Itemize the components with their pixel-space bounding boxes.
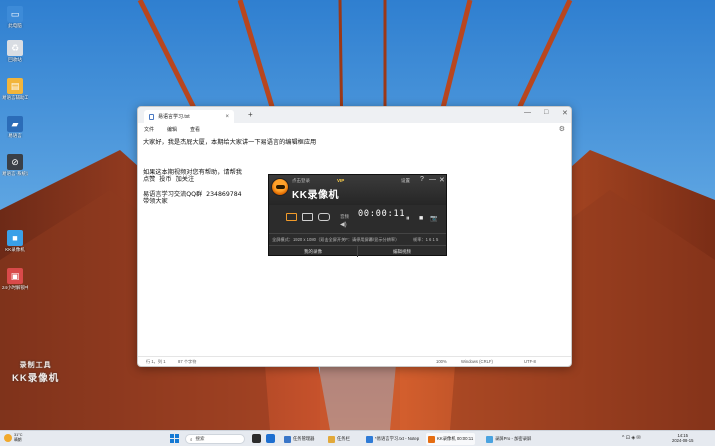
menu-file[interactable]: 文件 <box>144 126 154 133</box>
desktop-app-icon: ■ <box>7 230 23 246</box>
maximize-button[interactable]: □ <box>544 109 548 116</box>
taskbar-app[interactable]: *易语言学习.txt - Notep <box>364 433 421 445</box>
notepad-menubar: 文件 编辑 查看 ⚙ <box>138 123 571 135</box>
recorder-brand: KK录像机 <box>292 190 339 201</box>
fullscreen-mode-icon[interactable] <box>286 213 297 221</box>
desktop-icon[interactable]: ▭ 此电脑 <box>2 6 28 28</box>
task-view-icon[interactable] <box>252 434 261 443</box>
taskbar-clock[interactable]: 14:15 2024-08-15 <box>672 433 693 443</box>
vip-badge[interactable]: VIP <box>337 178 344 183</box>
taskbar-app[interactable]: 录屏Pro - 加密录屏 <box>484 433 533 445</box>
notepad-statusbar: 行 1，列 1 87 个字符 100% Windows (CRLF) UTF-8 <box>138 356 571 366</box>
app-icon <box>428 435 435 443</box>
desktop-app-icon: ▤ <box>7 78 23 94</box>
start-windows-icon[interactable] <box>170 434 179 443</box>
watermark-line1: 录制工具 <box>19 362 52 369</box>
minimize-button[interactable]: — <box>524 109 531 116</box>
taskbar-app[interactable]: KK录像机 00:00:11 <box>426 433 476 445</box>
camera-icon[interactable]: 📷 <box>430 215 437 222</box>
my-recordings-button[interactable]: 我的录像 <box>269 246 357 257</box>
taskbar-search-box[interactable]: ⌕ 搜索 <box>185 434 245 444</box>
document-icon <box>149 113 154 120</box>
taskbar-app-label: 任务栏 <box>337 436 350 441</box>
search-icon: ⌕ <box>190 436 193 442</box>
game-mode-icon[interactable] <box>318 213 330 221</box>
record-mode-info: 全屏模式：1920 x 1080（双击全屏开关F：请停用屏幕/显示分辨率） <box>272 237 400 242</box>
recorder-watermark: 录制工具 KK录像机 <box>12 360 59 384</box>
help-button[interactable]: ? <box>420 176 424 183</box>
desktop-app-icon: ▰ <box>7 116 23 132</box>
status-line-ending: Windows (CRLF) <box>461 359 493 364</box>
desktop-icon-label: 易语言·系统设置 <box>2 171 28 176</box>
desktop-icon-label: KK录像机 <box>5 247 25 252</box>
edit-video-button[interactable]: 编辑视频 <box>357 246 446 257</box>
clock-date: 2024-08-15 <box>672 438 694 443</box>
desktop-icon-label: 易语言 <box>8 133 22 138</box>
desktop-icon[interactable]: ▤易语言辅助工具 <box>2 78 28 100</box>
status-position: 行 1，列 1 <box>146 359 166 364</box>
fps-info: 帧率：1 6 1 5 <box>413 237 439 242</box>
system-tray[interactable]: ^ ⊡ ◈ ✉ <box>622 435 641 441</box>
menu-view[interactable]: 查看 <box>190 126 200 133</box>
desktop-icon[interactable]: ⊘易语言·系统设置 <box>2 154 28 176</box>
audio-label: 音频 <box>340 214 349 219</box>
recorder-settings-button[interactable]: 设置 <box>401 178 410 184</box>
taskbar-app-label: KK录像机 00:00:11 <box>437 436 474 441</box>
speaker-icon[interactable]: ◀) <box>340 221 347 228</box>
login-link[interactable]: 点击登录 <box>292 178 310 184</box>
kk-logo-icon <box>271 178 289 196</box>
app-icon <box>328 435 335 443</box>
menu-edit[interactable]: 编辑 <box>167 126 177 133</box>
desktop-icon[interactable]: ▰ 易语言 <box>2 116 28 138</box>
weather-temp: 31°C <box>14 433 23 437</box>
desktop-app-icon: ⊘ <box>7 154 23 170</box>
desktop-app-icon: ▣ <box>7 268 23 284</box>
taskbar-app-label: 录屏Pro - 加密录屏 <box>495 436 532 441</box>
new-tab-button[interactable]: + <box>248 110 253 119</box>
recorder-header: 点击登录 KK录像机 VIP 设置 ? — ✕ <box>269 175 446 205</box>
recorder-close-button[interactable]: ✕ <box>439 176 445 184</box>
recorder-bottom-bar: 我的录像 编辑视频 <box>269 245 446 257</box>
recorder-minimize-button[interactable]: — <box>429 176 436 183</box>
taskbar-app-label: *易语言学习.txt - Notep <box>375 436 420 441</box>
browser-icon[interactable] <box>266 434 275 443</box>
desktop-icon[interactable]: ■ KK录像机 <box>2 230 28 252</box>
app-icon <box>284 435 291 443</box>
desktop-icon[interactable]: ♻ 回收站 <box>2 40 28 62</box>
window-mode-icon[interactable] <box>302 213 313 221</box>
desktop-app-icon: ♻ <box>7 40 23 56</box>
app-icon <box>486 435 493 443</box>
recorder-info-bar: 全屏模式：1920 x 1080（双击全屏开关F：请停用屏幕/显示分辨率） 帧率… <box>269 233 446 245</box>
search-placeholder: 搜索 <box>195 436 205 441</box>
sun-icon <box>4 433 12 442</box>
recorder-controls: 音频 ◀) 00:00:11 ⏸ ■ 📷 <box>269 205 446 233</box>
desktop-icon-label: 此电脑 <box>8 23 22 28</box>
taskbar-app[interactable]: 任务管理器 <box>282 433 316 445</box>
status-char-count: 87 个字符 <box>178 359 197 364</box>
weather-widget[interactable]: 31°C 晴朗 <box>4 433 22 442</box>
kk-recorder-window[interactable]: 点击登录 KK录像机 VIP 设置 ? — ✕ 音频 ◀) 00:00:11 ⏸… <box>268 174 447 257</box>
notepad-titlebar[interactable]: 易语言学习.txt × + — □ ✕ <box>138 107 571 123</box>
taskbar-app[interactable]: 任务栏 <box>326 433 352 445</box>
taskbar: 31°C 晴朗 ⌕ 搜索 任务管理器 任务栏 *易语言学习.txt - Notep K… <box>0 430 715 446</box>
desktop-icon-label: 易语言辅助工具 <box>2 95 28 100</box>
desktop-icon-label: 回收站 <box>8 57 22 62</box>
status-encoding: UTF-8 <box>524 359 536 364</box>
notepad-tab-title: 易语言学习.txt <box>158 114 190 120</box>
status-zoom: 100% <box>436 359 447 364</box>
pause-button[interactable]: ⏸ <box>406 215 410 223</box>
desktop-icon[interactable]: ▣24小时解锁中心 <box>2 268 28 290</box>
watermark-line2: KK录像机 <box>12 373 60 384</box>
notepad-tab[interactable]: 易语言学习.txt × <box>144 110 234 123</box>
close-window-button[interactable]: ✕ <box>562 109 568 117</box>
taskbar-app-label: 任务管理器 <box>293 436 315 441</box>
desktop-icon-label: 24小时解锁中心 <box>2 285 28 290</box>
desktop-app-icon: ▭ <box>7 6 23 22</box>
recording-timer: 00:00:11 <box>358 209 406 219</box>
app-icon <box>366 435 373 443</box>
stop-button[interactable]: ■ <box>419 215 423 222</box>
weather-desc: 晴朗 <box>14 437 22 442</box>
close-tab-icon[interactable]: × <box>225 114 229 120</box>
settings-gear-icon[interactable]: ⚙ <box>559 125 565 133</box>
